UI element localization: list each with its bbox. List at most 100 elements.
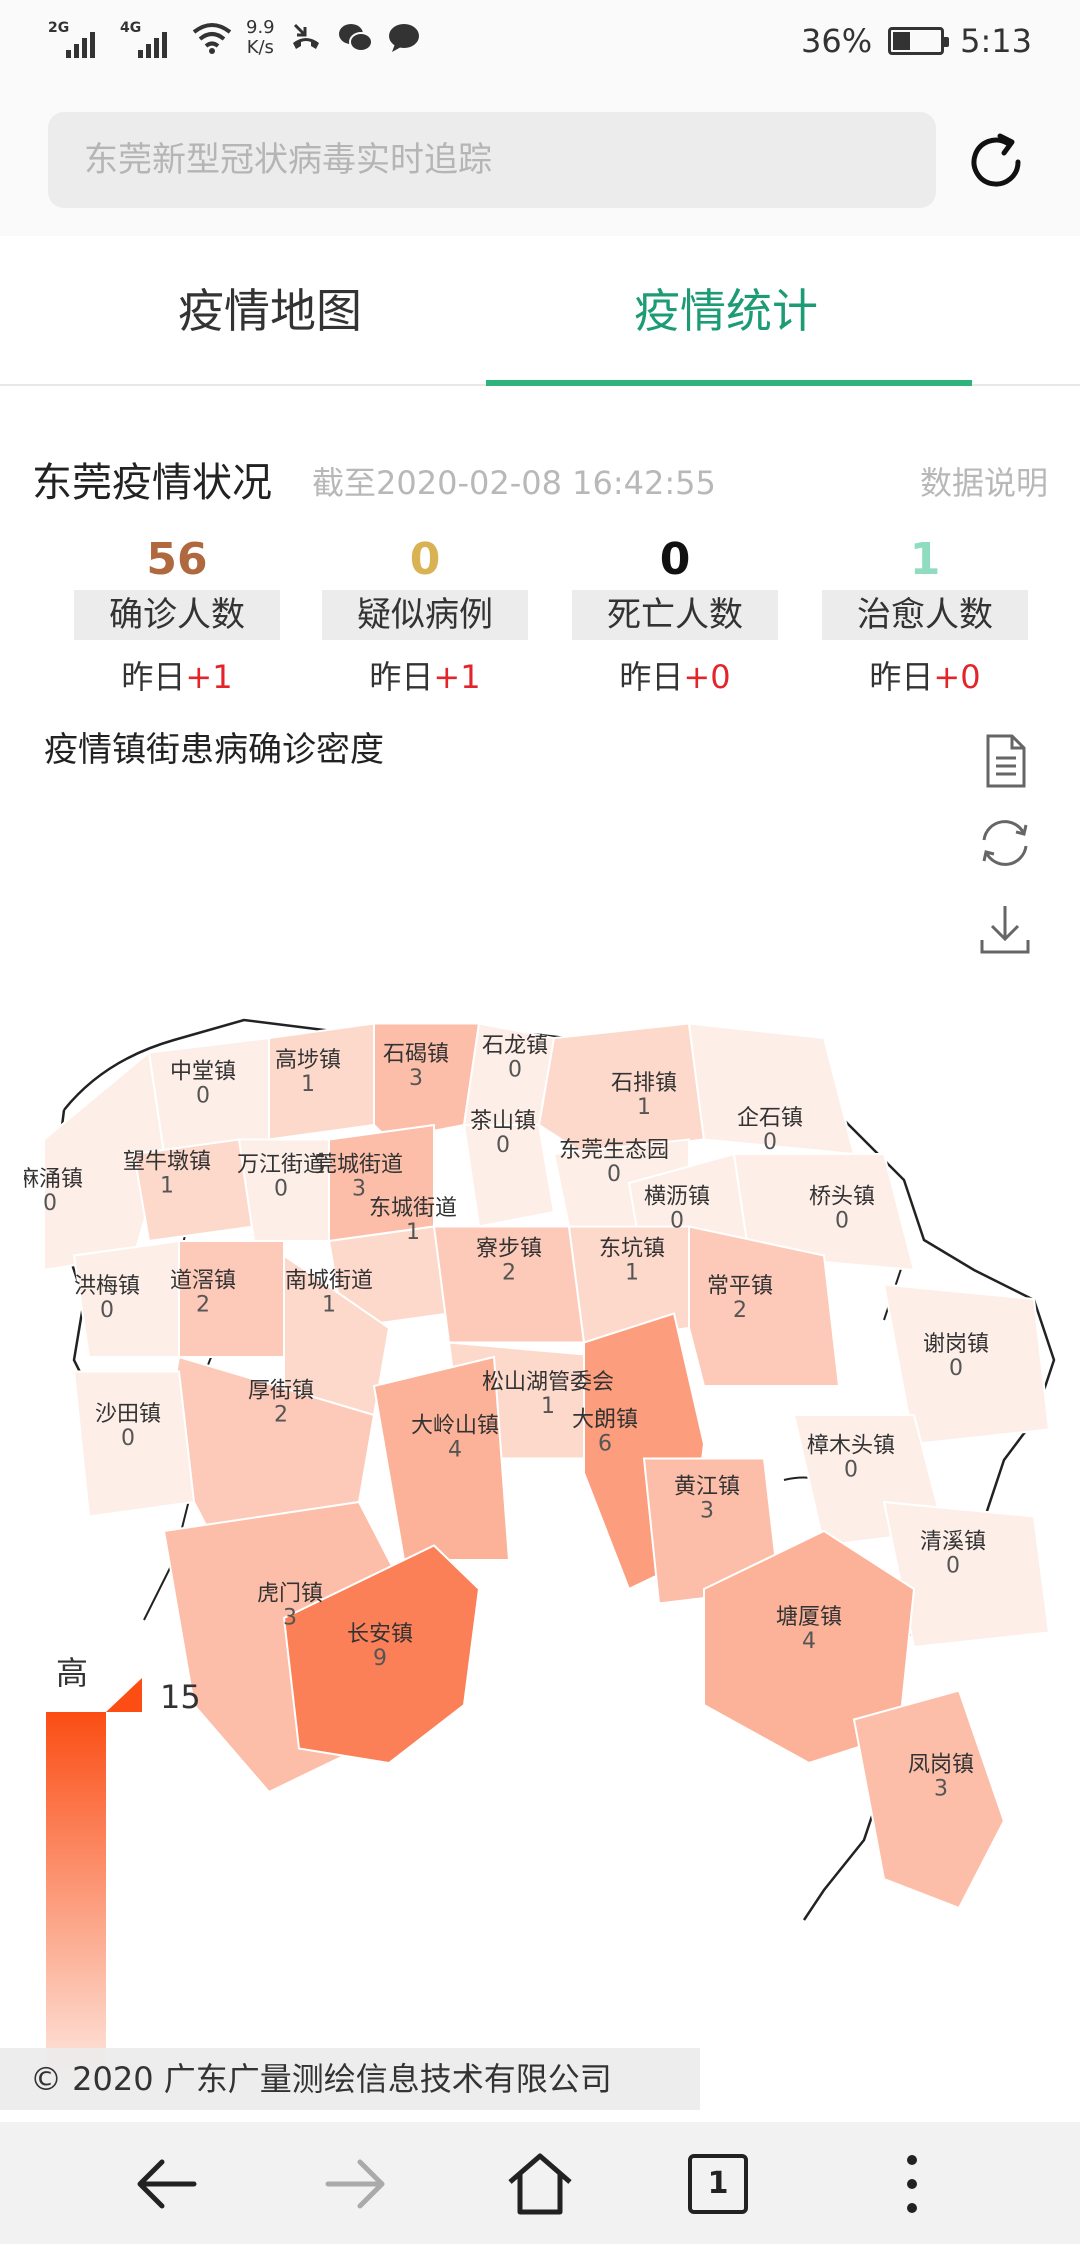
stat-confirmed-label: 确诊人数 <box>74 590 280 640</box>
map-region[interactable] <box>852 1689 1006 1910</box>
data-view-icon[interactable] <box>976 732 1034 790</box>
map-title: 疫情镇街患病确诊密度 <box>44 730 384 770</box>
as-of-time: 截至2020-02-08 16:42:55 <box>312 464 716 502</box>
town-label: 樟木头镇 <box>807 1434 895 1459</box>
town-count: 0 <box>196 1084 210 1109</box>
stat-cured-label: 治愈人数 <box>822 590 1028 640</box>
delta-prefix: 昨日 <box>369 658 434 696</box>
tab-bar: 疫情地图 疫情统计 <box>0 236 1080 386</box>
back-arrow-icon[interactable] <box>128 2144 208 2224</box>
town-label: 茶山镇 <box>470 1109 536 1134</box>
status-left: 2G 4G 9.9 K/s <box>48 18 421 58</box>
message-icon <box>388 24 419 52</box>
tab-epidemic-stats[interactable]: 疫情统计 <box>456 236 996 386</box>
town-count: 1 <box>637 1095 651 1120</box>
map-region[interactable] <box>268 1022 375 1141</box>
town-count: 3 <box>352 1176 366 1201</box>
stat-deaths-label: 死亡人数 <box>572 590 778 640</box>
town-label: 凤岗镇 <box>908 1753 974 1778</box>
reload-icon[interactable] <box>962 128 1030 196</box>
town-label: 虎门镇 <box>257 1582 323 1607</box>
legend-high-label: 高 <box>56 1654 89 1692</box>
town-count: 0 <box>121 1426 135 1451</box>
legend-max-value: 15 <box>160 1678 201 1716</box>
wechat-icon <box>338 24 373 52</box>
town-count: 0 <box>43 1191 57 1216</box>
stat-cured-value: 1 <box>909 534 941 585</box>
town-count: 2 <box>196 1292 210 1317</box>
speed-unit: K/s <box>246 37 274 58</box>
town-count: 0 <box>946 1553 960 1578</box>
town-label: 长安镇 <box>347 1622 413 1647</box>
delta-value: +1 <box>185 658 233 696</box>
town-count: 1 <box>301 1072 315 1097</box>
sim1-signal-icon: 2G <box>48 18 106 58</box>
stat-confirmed: 56 确诊人数 昨日+1 <box>74 530 280 698</box>
delta-value: +0 <box>683 658 731 696</box>
stats-row: 56 确诊人数 昨日+1 0 疑似病例 昨日+1 0 死亡人数 昨日+0 1 治… <box>74 530 1034 696</box>
town-count: 0 <box>496 1133 510 1158</box>
town-label: 石排镇 <box>611 1071 677 1096</box>
summary-title: 东莞疫情状况 <box>32 460 272 506</box>
town-count: 1 <box>541 1394 555 1419</box>
legend-max-handle[interactable] <box>106 1678 142 1712</box>
stat-suspected: 0 疑似病例 昨日+1 <box>322 530 528 698</box>
town-count: 0 <box>100 1298 114 1323</box>
town-count: 1 <box>625 1261 639 1286</box>
stat-confirmed-value: 56 <box>146 534 208 585</box>
town-label: 松山湖管委会 <box>482 1370 614 1395</box>
clock: 5:13 <box>960 22 1032 60</box>
town-label: 东莞生态园 <box>559 1138 669 1163</box>
map-svg: 中堂镇0高埗镇1石碣镇3石龙镇0石排镇1茶山镇0企石镇0麻涌镇0望牛墩镇1万江街… <box>24 1018 1056 1921</box>
stat-deaths: 0 死亡人数 昨日+0 <box>572 530 778 698</box>
download-icon[interactable] <box>976 900 1034 958</box>
town-count: 3 <box>700 1498 714 1523</box>
status-right: 36% 5:13 <box>801 22 1032 60</box>
town-label: 塘厦镇 <box>776 1605 842 1630</box>
town-label: 寮步镇 <box>476 1237 542 1262</box>
stat-deaths-delta: 昨日+0 <box>572 652 778 698</box>
restore-icon[interactable] <box>976 814 1034 872</box>
town-label: 石碣镇 <box>383 1042 449 1067</box>
town-label: 横沥镇 <box>644 1184 710 1209</box>
wifi-icon <box>192 23 232 54</box>
search-input[interactable]: 东莞新型冠状病毒实时追踪 <box>48 112 936 208</box>
town-count: 6 <box>598 1432 612 1457</box>
network-speed: 9.9 K/s <box>246 18 275 58</box>
town-label: 中堂镇 <box>170 1060 236 1085</box>
status-bar: 2G 4G 9.9 K/s 36% 5:13 <box>0 0 1080 86</box>
speed-value: 9.9 <box>246 17 275 38</box>
town-label: 厚街镇 <box>248 1379 314 1404</box>
town-label: 大岭山镇 <box>411 1413 499 1438</box>
town-count: 4 <box>802 1629 816 1654</box>
town-count: 0 <box>670 1208 684 1233</box>
delta-value: +0 <box>933 658 981 696</box>
forward-arrow-icon[interactable] <box>314 2144 394 2224</box>
town-label: 大朗镇 <box>572 1408 638 1433</box>
town-label: 东坑镇 <box>599 1237 665 1262</box>
data-note-link[interactable]: 数据说明 <box>920 458 1048 504</box>
more-menu-icon[interactable] <box>872 2144 952 2224</box>
town-count: 1 <box>406 1220 420 1245</box>
town-label: 石龙镇 <box>482 1034 548 1059</box>
map-region[interactable] <box>373 1022 481 1141</box>
battery-icon <box>888 27 950 55</box>
delta-value: +1 <box>433 658 481 696</box>
battery-percent: 36% <box>801 22 873 60</box>
stat-cured-delta: 昨日+0 <box>822 652 1028 698</box>
town-label: 高埗镇 <box>275 1048 341 1073</box>
copyright: © 2020 广东广量测绘信息技术有限公司 <box>0 2048 700 2110</box>
town-count: 3 <box>934 1777 948 1802</box>
delta-prefix: 昨日 <box>619 658 684 696</box>
town-count: 3 <box>283 1606 297 1631</box>
legend-color-bar[interactable] <box>46 1712 106 2092</box>
tabs-count-button[interactable]: 1 <box>688 2154 748 2214</box>
town-count: 3 <box>409 1066 423 1091</box>
town-count: 9 <box>373 1646 387 1671</box>
town-label: 莞城街道 <box>315 1152 403 1177</box>
town-count: 0 <box>607 1162 621 1187</box>
town-label: 道滘镇 <box>170 1268 236 1293</box>
map-region[interactable] <box>178 1240 285 1358</box>
home-icon[interactable] <box>500 2144 580 2224</box>
delta-prefix: 昨日 <box>869 658 934 696</box>
